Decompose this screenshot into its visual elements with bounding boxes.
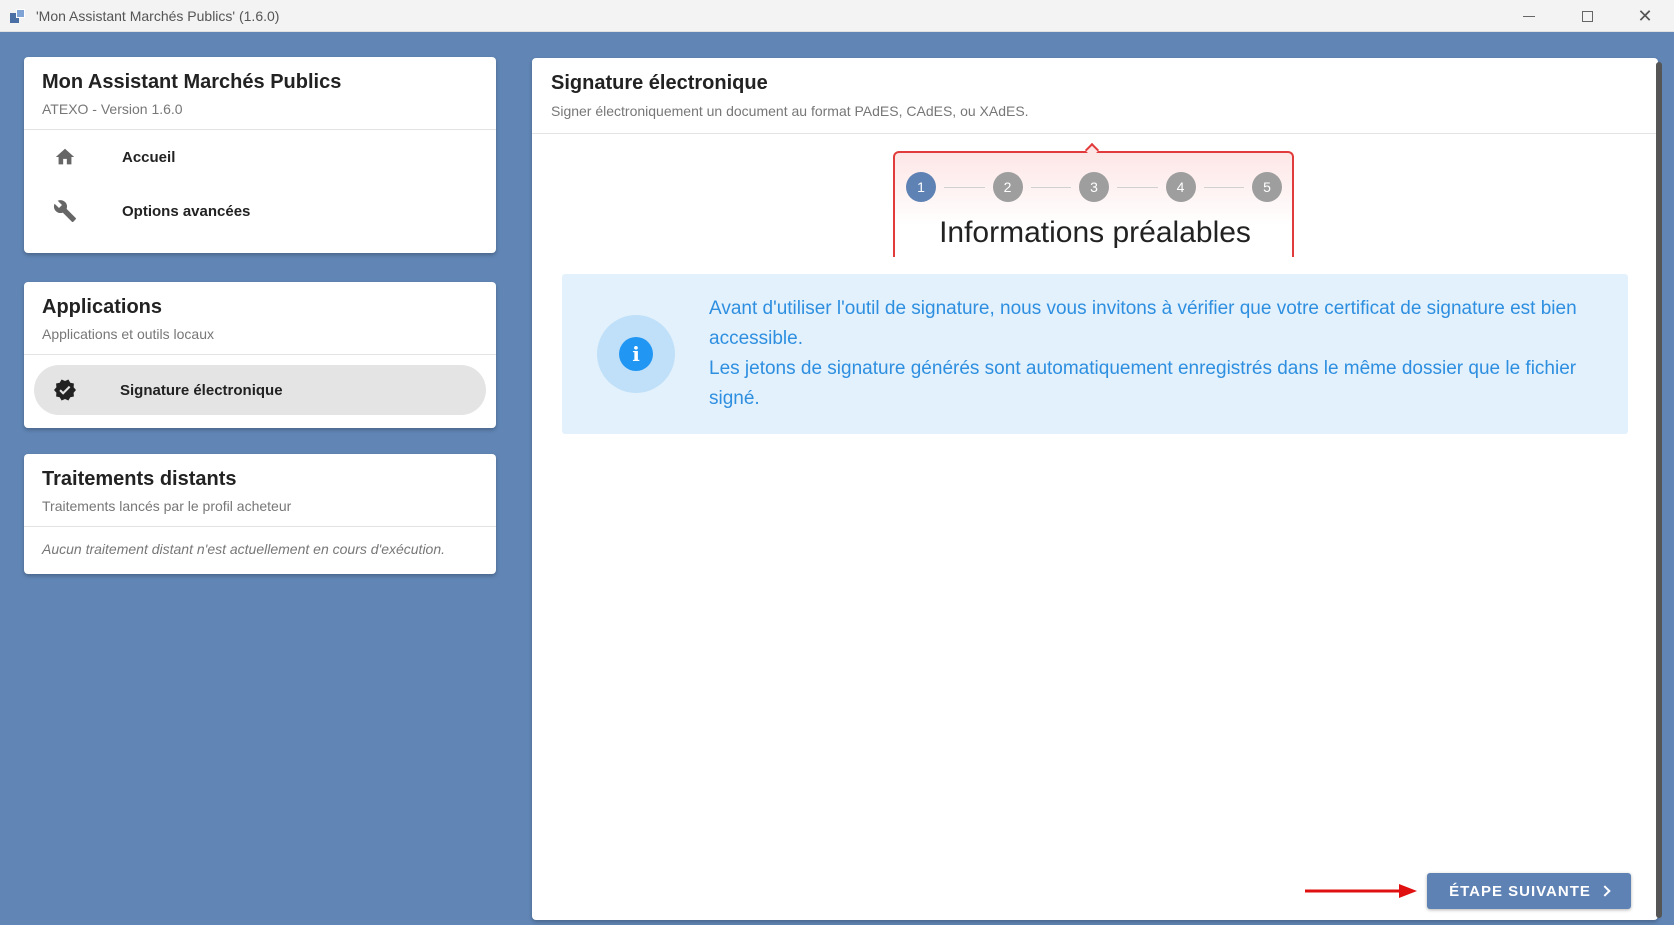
info-alert: i Avant d'utiliser l'outil de signature,… — [562, 274, 1628, 434]
remote-processing-title: Traitements distants — [42, 468, 237, 490]
info-icon-badge: i — [597, 315, 675, 393]
next-step-button[interactable]: ÉTAPE SUIVANTE — [1427, 873, 1631, 909]
remote-processing-card: Traitements distants Traitements lancés … — [24, 454, 496, 574]
app-logo-icon — [10, 8, 26, 24]
signature-panel: Signature électronique Signer électroniq… — [532, 58, 1658, 920]
step-heading: Informations préalables — [939, 216, 1251, 249]
nav-item-label: Accueil — [122, 148, 176, 166]
applications-card: Applications Applications et outils loca… — [24, 282, 496, 428]
step-3[interactable]: 3 — [1079, 172, 1109, 202]
applications-subtitle: Applications et outils locaux — [42, 326, 214, 342]
stepper: 1 2 3 4 5 — [906, 171, 1282, 203]
step-4[interactable]: 4 — [1165, 172, 1196, 202]
page-subtitle: Signer électroniquement un document au f… — [551, 103, 1029, 119]
nav-item-label: Options avancées — [122, 202, 251, 220]
applications-title: Applications — [42, 296, 163, 318]
annotation-arrow-icon — [1305, 884, 1417, 898]
info-line-2: Les jetons de signature générés sont aut… — [709, 358, 1577, 409]
close-icon: ✕ — [1637, 6, 1653, 26]
sidebar-item-signature-electronique[interactable]: Signature électronique — [34, 365, 486, 415]
maximize-icon — [1581, 10, 1593, 22]
chevron-right-icon — [1599, 885, 1611, 897]
window-controls: ✕ — [1500, 0, 1674, 32]
wrench-icon — [52, 198, 78, 224]
nav-item-options-avancees[interactable]: Options avancées — [24, 184, 496, 238]
close-button[interactable]: ✕ — [1616, 0, 1674, 32]
step-2[interactable]: 2 — [992, 172, 1023, 202]
step-5[interactable]: 5 — [1252, 172, 1282, 202]
info-line-1: Avant d'utiliser l'outil de signature, n… — [709, 298, 1577, 349]
step-connector — [1203, 186, 1244, 188]
app-name: Mon Assistant Marchés Publics — [42, 71, 342, 93]
step-connector — [1030, 186, 1071, 188]
app-version: ATEXO - Version 1.6.0 — [42, 101, 183, 117]
scrollbar[interactable] — [1656, 62, 1662, 918]
home-icon — [52, 144, 78, 170]
remote-processing-empty-message: Aucun traitement distant n'est actuellem… — [42, 541, 446, 557]
step-1[interactable]: 1 — [906, 172, 936, 202]
maximize-button[interactable] — [1558, 0, 1616, 32]
minimize-icon — [1523, 15, 1535, 17]
remote-processing-header: Traitements distants Traitements lancés … — [24, 454, 496, 527]
info-icon: i — [619, 337, 653, 371]
sidebar-item-label: Signature électronique — [120, 381, 283, 399]
nav-item-accueil[interactable]: Accueil — [24, 130, 496, 184]
signature-header: Signature électronique Signer électroniq… — [532, 58, 1658, 134]
minimize-button[interactable] — [1500, 0, 1558, 32]
window-titlebar: 'Mon Assistant Marchés Publics' (1.6.0) … — [0, 0, 1674, 32]
app-info-card: Mon Assistant Marchés Publics ATEXO - Ve… — [24, 57, 496, 253]
applications-header: Applications Applications et outils loca… — [24, 282, 496, 355]
app-info-header: Mon Assistant Marchés Publics ATEXO - Ve… — [24, 57, 496, 130]
page-title: Signature électronique — [551, 72, 768, 94]
step-connector — [1117, 186, 1158, 188]
remote-processing-subtitle: Traitements lancés par le profil acheteu… — [42, 498, 292, 514]
next-step-label: ÉTAPE SUIVANTE — [1449, 882, 1591, 900]
info-message: Avant d'utiliser l'outil de signature, n… — [709, 294, 1589, 414]
verified-badge-icon — [52, 377, 78, 403]
window-title: 'Mon Assistant Marchés Publics' (1.6.0) — [36, 7, 280, 24]
step-connector — [944, 186, 985, 188]
